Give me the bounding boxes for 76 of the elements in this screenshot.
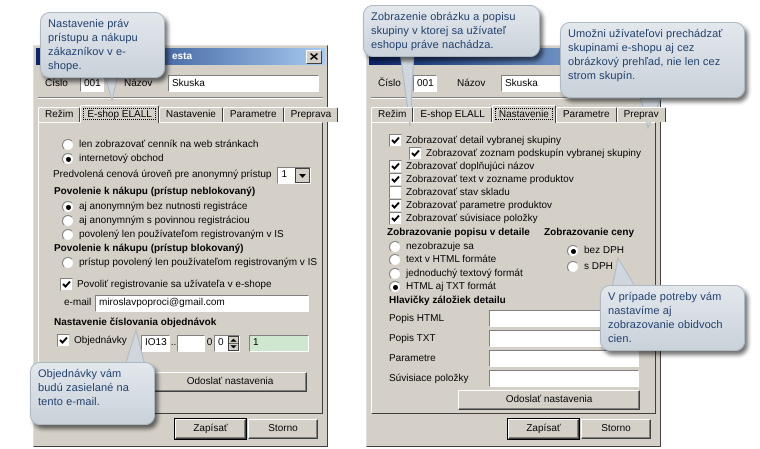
checkbox-option[interactable]: Zobrazovať zoznam podskupín vybranej skupiny [409,147,641,160]
tab[interactable]: Nastavenie [492,105,556,123]
button[interactable]: Zapísať [175,419,246,439]
section-heading: Povolenie k nákupu (prístup blokovaný) [53,242,244,256]
callout-text: Objednávky vám budú zasielané na tento e-mail. [38,367,130,409]
radio-option[interactable]: internetový obchod [62,152,164,166]
input-field[interactable]: 1 [249,334,309,352]
radio-option[interactable]: s DPH [567,259,613,275]
input-field[interactable] [489,350,639,367]
radio-option[interactable]: jednoduchý textový formát [389,267,523,280]
section-heading: Povolenie k nákupu (prístup neblokovaný) [53,185,256,199]
callout-text: Nastavenie práv prístupu a nákupu zákazníkov v e-shope. [48,17,139,73]
input-field[interactable] [177,334,205,352]
button[interactable]: Odoslať nastavenia [153,372,307,392]
close-button[interactable] [306,50,322,64]
input-field[interactable]: IO13 [141,334,170,352]
section-heading: Zobrazovanie popisu v detaile [387,226,531,240]
window-title: esta [172,50,192,62]
checkbox-option[interactable]: Povoliť registrovanie sa užívateľa v e-shope [60,278,272,291]
tab[interactable]: E-shop ELALL [413,107,492,122]
digits-label: 0 [206,337,214,349]
dropdown-value: 1 [281,169,288,181]
radio-option[interactable]: text v HTML formáte [389,254,496,267]
tab[interactable]: Režim [38,107,80,122]
close-icon [310,53,318,60]
checkbox-option[interactable]: Zobrazovať stav skladu [389,186,510,199]
button[interactable]: Storno [248,419,318,439]
radio-option[interactable]: povolený len používateľom registrovaným v IS [62,228,284,242]
callout-text: Zobrazenie obrázku a popisu skupiny v ktorej sa užívateľ eshopu práve nachádza. [371,10,517,52]
radio-option[interactable]: aj anonymným s povinnou registráciou [62,214,250,228]
spin-box[interactable]: 0 [214,334,240,352]
tab[interactable]: Parametre [556,107,617,122]
field-label: Predvolená cenová úroveň pre anonymný prístup [53,169,272,181]
checkbox-option[interactable]: Zobrazovať detail vybranej skupiny [389,134,561,147]
checkbox-option[interactable]: Zobrazovať doplňujúci názov [389,160,534,173]
button[interactable]: Odoslať nastavenia [458,390,640,410]
tab[interactable]: Preprava [284,107,338,122]
spin-value: 0 [218,337,224,349]
checkbox-option[interactable]: Objednávky [57,334,141,347]
checkbox-option[interactable]: Zobrazovať parametre produktov [389,199,552,212]
field-label: Popis HTML [389,312,446,324]
input-field[interactable] [489,370,639,387]
section-heading: Zobrazovanie ceny [544,226,634,240]
input-field[interactable]: Skuska [168,75,319,92]
field-label: Názov [457,78,486,90]
radio-option[interactable]: HTML aj TXT formát [389,280,496,294]
tab[interactable]: Režim [371,107,414,122]
field-label: e-mail [64,297,92,309]
checkbox-option[interactable]: Zobrazovať súvisiace položky [389,212,538,225]
section-heading: Hlavičky záložiek detailu [389,294,506,308]
input-field[interactable]: miroslavpoproci@gmail.com [95,294,309,312]
radio-option[interactable]: len zobrazovať cenník na web stránkach [62,138,258,152]
tab[interactable]: Parametre [222,107,284,122]
checkbox-option[interactable]: Zobrazovať text v zozname produktov [389,173,574,186]
radio-option[interactable]: aj anonymným bez nutnosti registráce [62,200,248,214]
section-heading: Nastavenie číslovania objednávok [53,316,218,330]
radio-option[interactable]: prístup povolený len používateľom registrovaným v IS [62,256,318,270]
field-label: Popis TXT [389,332,436,344]
field-label: Názov [124,78,154,90]
callout-text: Umožni užívateľovi prechádzať skupinami e-shopu aj cez obrázkový prehľad, nie len cez strom skupín. [568,27,724,83]
callout-text: V prípade potreby vám nastavíme aj zobrazovanie obidvoch cien. [608,290,724,346]
tab[interactable]: Nastavenie [158,107,223,122]
separator-text: .. [170,338,177,348]
field-label: Parametre [389,352,437,364]
radio-option[interactable]: bez DPH [567,243,624,259]
radio-option[interactable]: nezobrazuje sa [389,240,474,254]
button[interactable]: Zapísať [508,419,579,439]
input-field[interactable]: 001 [413,75,437,92]
tab[interactable]: Preprav [616,107,666,122]
field-label: Číslo [378,78,402,90]
tab[interactable]: E-shop ELALL [80,105,159,123]
field-label: Číslo [45,78,69,90]
button[interactable]: Storno [581,419,651,439]
field-label: Súvisiace položky [389,372,470,384]
dropdown[interactable]: 1 [277,166,312,184]
spin-arrows-icon [228,336,239,350]
